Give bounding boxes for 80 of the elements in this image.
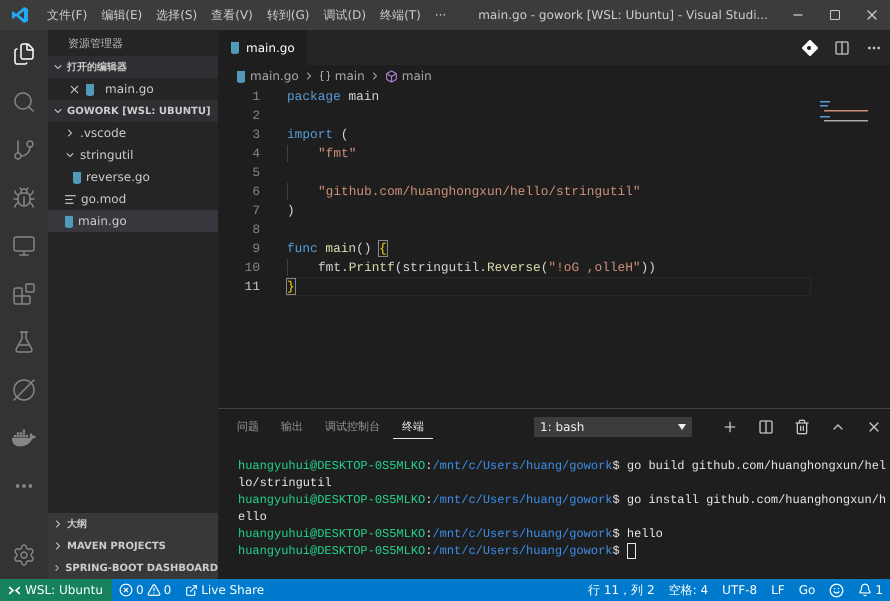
minimap-drawing: [820, 101, 870, 123]
status-item[interactable]: 空格: 4: [662, 582, 716, 598]
gopher-icon: [230, 41, 240, 54]
bell-icon: [858, 583, 872, 597]
dropdown-arrow-icon: [678, 424, 686, 430]
error-icon: [118, 583, 133, 597]
section-header[interactable]: 打开的编辑器: [48, 56, 218, 78]
gopher-icon: [85, 82, 95, 96]
problems-indicator[interactable]: 0 0: [112, 583, 178, 597]
status-item[interactable]: LF: [764, 583, 792, 597]
terminal-line: lo/stringutil: [238, 476, 332, 490]
panel-tab[interactable]: 终端: [393, 414, 433, 438]
line-number: 9: [251, 241, 260, 256]
terminal-line: huangyuhui@DESKTOP-0S5MLKO:/mnt/c/Users/huang/gowork$ hello: [238, 526, 663, 540]
maximize-icon: [828, 9, 840, 21]
section-header[interactable]: MAVEN PROJECTS: [48, 535, 218, 557]
line-number: 6: [251, 184, 260, 199]
line-number: 4: [251, 146, 260, 161]
share-icon: [185, 584, 198, 596]
gopher-icon: [236, 70, 246, 82]
code-line: func main() {: [287, 240, 387, 257]
braces-icon: [318, 70, 331, 82]
line-number: 10: [244, 260, 260, 275]
panel-tab[interactable]: 输出: [272, 414, 312, 438]
line-number: 7: [251, 203, 260, 218]
app-logo-icon: [12, 7, 28, 23]
gopher-icon: [64, 214, 74, 228]
file-tree-item[interactable]: reverse.go: [48, 166, 218, 188]
terminal-line: ello: [238, 510, 267, 524]
file-tree-item[interactable]: stringutil: [48, 144, 218, 166]
menu-item[interactable]: ···: [428, 8, 454, 22]
terminal-line: huangyuhui@DESKTOP-0S5MLKO:/mnt/c/Users/huang/gowork$ go build github.com/huanghongxun/hel: [238, 458, 886, 472]
terminal-select[interactable]: 1: bash: [534, 416, 692, 436]
menu-item[interactable]: 选择(S): [149, 6, 204, 24]
terminal-line: huangyuhui@DESKTOP-0S5MLKO:/mnt/c/Users/huang/gowork$ go install github.com/huanghongxun/h: [238, 492, 886, 506]
section-header[interactable]: 大纲: [48, 513, 218, 535]
text-cursor: [626, 542, 636, 558]
line-number: 1: [251, 89, 260, 104]
status-item[interactable]: Go: [792, 583, 822, 597]
line-number: 2: [251, 108, 260, 123]
menu-item[interactable]: 编辑(E): [94, 6, 150, 24]
line-number: 11: [244, 279, 260, 294]
cube-icon: [384, 70, 398, 82]
open-editor-item[interactable]: main.go: [48, 78, 218, 100]
menu-item[interactable]: 转到(G): [260, 6, 316, 24]
panel-tab[interactable]: 问题: [228, 414, 268, 438]
code-line: package main: [287, 88, 380, 105]
section-header[interactable]: GOWORK [WSL: UBUNTU]: [48, 100, 218, 122]
sidebar-title: 资源管理器: [68, 36, 123, 50]
notifications-button[interactable]: 1: [851, 583, 890, 597]
file-tree-item[interactable]: .vscode: [48, 122, 218, 144]
menu-item[interactable]: 查看(V): [204, 6, 260, 24]
breadcrumb[interactable]: main: [384, 69, 432, 83]
line-number: 8: [251, 222, 260, 237]
menu-item[interactable]: 文件(F): [40, 6, 94, 24]
window-title: main.go - gowork [WSL: Ubuntu] - Visual Studi...: [477, 8, 769, 22]
file-tree-item[interactable]: main.go: [48, 210, 218, 232]
line-number: 3: [251, 127, 260, 142]
code-line: import (: [287, 126, 348, 143]
status-item[interactable]: 行 11，列 2: [581, 582, 662, 598]
editor-tab[interactable]: main.go: [218, 30, 307, 65]
code-line: ): [287, 202, 295, 219]
line-number: 5: [251, 165, 260, 180]
remote-indicator[interactable]: WSL: Ubuntu: [0, 579, 112, 601]
live-share-button[interactable]: Live Share: [178, 583, 272, 597]
file-tree-item[interactable]: go.mod: [48, 188, 218, 210]
code-line: }: [287, 278, 295, 295]
panel-tab[interactable]: 调试控制台: [316, 414, 389, 438]
gopher-icon: [72, 170, 82, 184]
remote-icon: [9, 586, 20, 594]
warning-icon: [146, 583, 161, 597]
breadcrumb[interactable]: main: [318, 69, 365, 83]
menu-item[interactable]: 终端(T): [373, 6, 428, 24]
menu-item[interactable]: 调试(D): [316, 6, 374, 24]
section-header[interactable]: SPRING-BOOT DASHBOARD: [48, 557, 218, 579]
breadcrumb[interactable]: main.go: [236, 69, 299, 83]
lines-icon: [64, 192, 77, 206]
status-item[interactable]: UTF-8: [715, 583, 764, 597]
terminal-line: huangyuhui@DESKTOP-0S5MLKO:/mnt/c/Users/huang/gowork$: [238, 544, 620, 558]
close-icon[interactable]: [68, 82, 81, 96]
